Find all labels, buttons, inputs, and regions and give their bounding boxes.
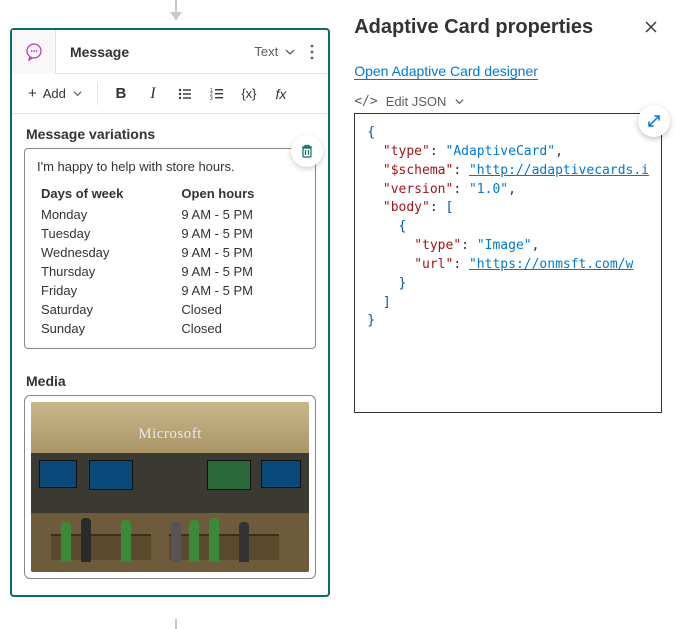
edit-json-toggle[interactable]: </> Edit JSON [354,94,662,109]
code-icon: </> [354,94,377,109]
delete-button[interactable] [291,135,323,167]
flow-arrow-icon [170,12,182,20]
media-attachment[interactable]: Microsoft [24,395,316,579]
table-row: Monday9 AM - 5 PM [37,205,303,224]
numbered-list-button[interactable]: 123 [202,79,232,109]
close-panel-button[interactable] [640,16,662,43]
cell-hours: 9 AM - 5 PM [177,224,303,243]
kebab-icon [310,44,314,60]
node-title: Message [56,44,246,60]
cell-day: Saturday [37,300,177,319]
cell-hours: 9 AM - 5 PM [177,281,303,300]
separator [97,83,98,105]
variations-heading: Message variations [12,114,328,148]
italic-button[interactable]: I [138,79,168,109]
image-logo-text: Microsoft [138,426,202,443]
node-header: Message Text [12,30,328,74]
cell-hours: 9 AM - 5 PM [177,205,303,224]
intro-text: I'm happy to help with store hours. [37,159,303,174]
message-icon [12,30,56,74]
chevron-down-icon [72,88,83,99]
col-day-header: Days of week [37,184,177,205]
expand-editor-button[interactable] [638,105,670,137]
more-menu-button[interactable] [304,44,328,60]
add-button[interactable]: + Add [22,79,89,109]
output-type-selector[interactable]: Text [246,44,304,59]
svg-text:3: 3 [210,96,213,102]
numbered-list-icon: 123 [209,86,225,102]
cell-day: Wednesday [37,243,177,262]
output-type-label: Text [254,44,278,59]
bold-button[interactable]: B [106,79,136,109]
properties-panel: Adaptive Card properties Open Adaptive C… [340,0,676,629]
cell-day: Friday [37,281,177,300]
message-node: Message Text + Add B I [10,28,330,597]
cell-hours: 9 AM - 5 PM [177,262,303,281]
table-row: SundayClosed [37,319,303,338]
cell-hours: 9 AM - 5 PM [177,243,303,262]
formatting-toolbar: + Add B I 123 {x} fx [12,74,328,114]
table-row: Friday9 AM - 5 PM [37,281,303,300]
cell-day: Monday [37,205,177,224]
message-variation-box[interactable]: I'm happy to help with store hours. Days… [24,148,316,349]
col-hours-header: Open hours [177,184,303,205]
trash-icon [299,143,315,159]
json-editor[interactable]: { "type": "AdaptiveCard", "$schema": "ht… [354,113,662,413]
cell-day: Thursday [37,262,177,281]
open-designer-link[interactable]: Open Adaptive Card designer [354,63,538,80]
close-icon [644,20,658,34]
variable-button[interactable]: {x} [234,79,264,109]
formula-button[interactable]: fx [266,79,296,109]
table-row: Wednesday9 AM - 5 PM [37,243,303,262]
media-heading: Media [12,361,328,395]
table-row: SaturdayClosed [37,300,303,319]
chevron-down-icon [454,96,465,107]
chevron-down-icon [284,46,296,58]
bullet-list-icon [177,86,193,102]
expand-icon [646,113,662,129]
table-row: Tuesday9 AM - 5 PM [37,224,303,243]
table-row: Thursday9 AM - 5 PM [37,262,303,281]
bullet-list-button[interactable] [170,79,200,109]
add-label: Add [43,86,66,101]
hours-table: Days of week Open hours Monday9 AM - 5 P… [37,184,303,338]
cell-day: Sunday [37,319,177,338]
panel-title: Adaptive Card properties [354,16,593,39]
flow-connector-bottom [175,619,177,629]
cell-hours: Closed [177,319,303,338]
store-image: Microsoft [31,402,309,572]
edit-json-label: Edit JSON [386,94,447,109]
cell-day: Tuesday [37,224,177,243]
cell-hours: Closed [177,300,303,319]
plus-icon: + [28,85,37,102]
